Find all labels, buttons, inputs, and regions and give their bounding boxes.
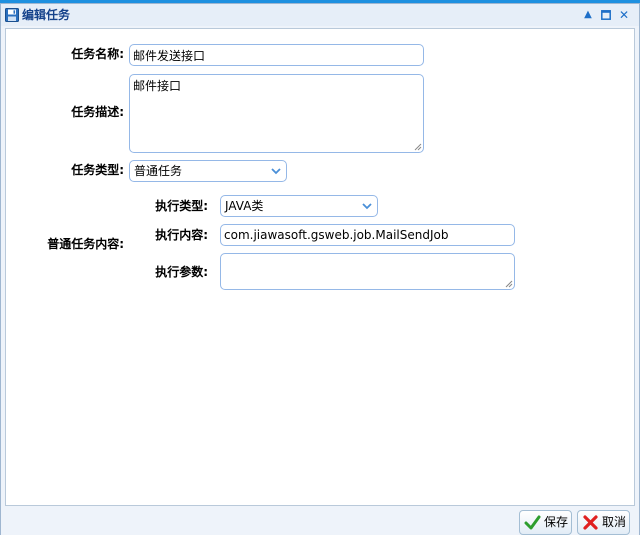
- exec-content-label: 执行内容:: [155, 228, 208, 242]
- collapse-icon[interactable]: ▲: [581, 7, 595, 23]
- cancel-button-label: 取消: [602, 515, 627, 529]
- task-type-value: 普通任务: [134, 164, 183, 178]
- dialog-title: 编辑任务: [22, 8, 71, 22]
- task-desc-textarea[interactable]: 邮件接口: [129, 74, 424, 153]
- check-icon: [524, 515, 541, 530]
- close-icon[interactable]: ✕: [617, 7, 631, 23]
- maximize-icon[interactable]: [599, 7, 613, 23]
- resize-grip-icon[interactable]: [414, 143, 422, 151]
- exec-params-textarea[interactable]: [220, 253, 515, 290]
- task-name-input[interactable]: [129, 44, 424, 66]
- save-icon: [5, 8, 19, 22]
- exec-type-value: JAVA类: [225, 199, 264, 213]
- task-name-label: 任务名称:: [71, 47, 124, 61]
- cancel-x-icon: [583, 515, 598, 530]
- dialog-titlebar[interactable]: 编辑任务 ▲ ✕: [1, 4, 639, 26]
- cancel-button[interactable]: 取消: [577, 510, 630, 535]
- exec-type-label: 执行类型:: [155, 199, 208, 213]
- task-type-select[interactable]: 普通任务: [129, 160, 287, 182]
- dialog-footer: 保存 取消: [1, 507, 639, 535]
- exec-type-select[interactable]: JAVA类: [220, 195, 378, 217]
- exec-params-label: 执行参数:: [155, 265, 208, 279]
- edit-task-dialog: 编辑任务 ▲ ✕ 任务名称: 任务描述: 邮件接口 任务类型: 普通任务 普通任…: [0, 3, 640, 535]
- form-panel: 任务名称: 任务描述: 邮件接口 任务类型: 普通任务 普通任务内容: 执行类型…: [5, 28, 635, 506]
- normal-task-content-label: 普通任务内容:: [47, 237, 124, 251]
- task-type-label: 任务类型:: [71, 163, 124, 177]
- chevron-down-icon[interactable]: [359, 198, 375, 214]
- exec-content-input[interactable]: [220, 224, 515, 246]
- save-button[interactable]: 保存: [519, 510, 572, 535]
- task-desc-label: 任务描述:: [71, 105, 124, 119]
- resize-grip-icon[interactable]: [505, 280, 513, 288]
- save-button-label: 保存: [544, 515, 569, 529]
- chevron-down-icon[interactable]: [268, 163, 284, 179]
